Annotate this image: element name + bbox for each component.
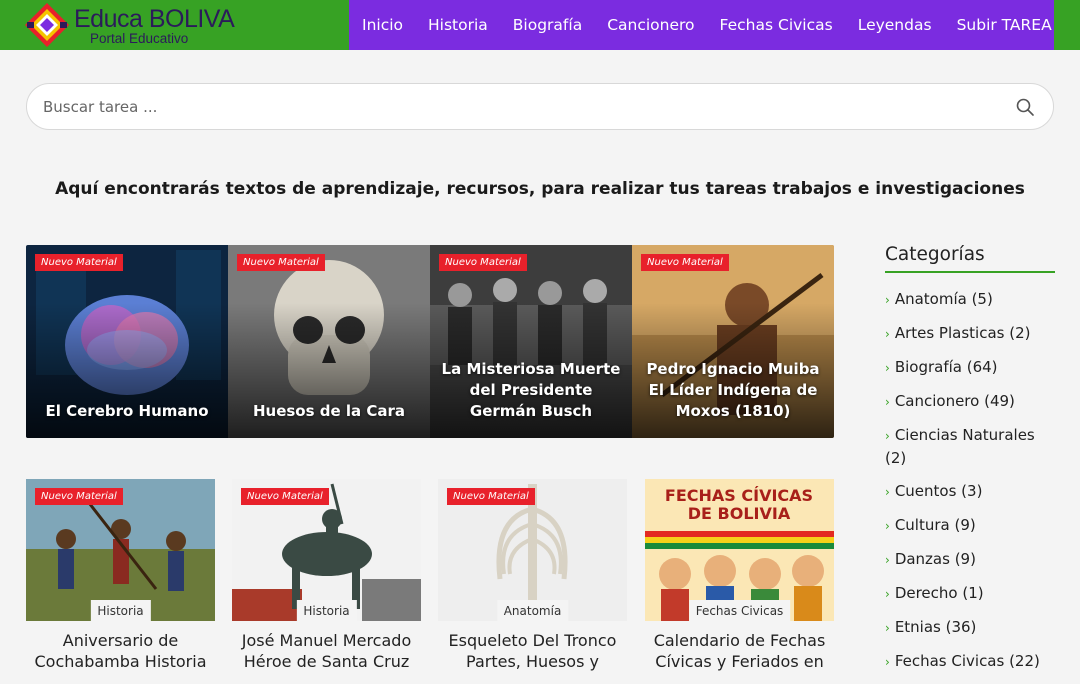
search-input[interactable]: [43, 94, 973, 120]
chevron-right-icon: ›: [885, 655, 890, 669]
new-material-badge: Nuevo Material: [641, 254, 729, 271]
card-title[interactable]: Calendario de Fechas Cívicas y Feriados …: [635, 630, 844, 672]
page-tagline: Aquí encontrarás textos de aprendizaje, …: [55, 179, 1025, 199]
chevron-right-icon: ›: [885, 587, 890, 601]
category-item[interactable]: › Etnias (36): [885, 616, 1055, 639]
featured-item[interactable]: Nuevo Material El Cerebro Humano: [26, 245, 228, 438]
category-label[interactable]: Etnias (36): [895, 618, 977, 636]
featured-title[interactable]: La Misteriosa Muerte del Presidente Germ…: [438, 359, 624, 422]
category-label[interactable]: Anatomía (5): [895, 290, 993, 308]
category-label[interactable]: Cultura (9): [895, 516, 976, 534]
nav-inicio[interactable]: Inicio: [349, 16, 416, 34]
category-label[interactable]: Derecho (1): [895, 584, 984, 602]
logo-text: Educa BOLIVA Portal Educativo: [74, 3, 235, 47]
category-item[interactable]: › Derecho (1): [885, 582, 1055, 605]
new-material-badge: Nuevo Material: [241, 488, 329, 505]
featured-title[interactable]: Huesos de la Cara: [236, 401, 422, 422]
category-chip[interactable]: Anatomía: [496, 600, 569, 621]
chevron-right-icon: ›: [885, 621, 890, 635]
category-item[interactable]: › Anatomía (5): [885, 288, 1055, 311]
category-item[interactable]: › Danzas (9): [885, 548, 1055, 571]
site-header: Educa BOLIVA Portal Educativo Inicio His…: [0, 0, 1080, 50]
chevron-right-icon: ›: [885, 519, 890, 533]
card-image[interactable]: FECHAS CÍVICAS DE BOLIVIA Fechas Civicas: [645, 479, 834, 621]
featured-item[interactable]: Nuevo Material Pedro Ignacio Muiba El Lí…: [632, 245, 834, 438]
category-item[interactable]: › Cultura (9): [885, 514, 1055, 537]
new-material-badge: Nuevo Material: [35, 488, 123, 505]
card-image[interactable]: Nuevo Material Anatomía: [438, 479, 627, 621]
card-image[interactable]: Nuevo Material Historia: [232, 479, 421, 621]
category-label[interactable]: Danzas (9): [895, 550, 976, 568]
new-material-badge: Nuevo Material: [439, 254, 527, 271]
categories-sidebar: Categorías › Anatomía (5) › Artes Plastica…: [885, 240, 1055, 684]
chevron-right-icon: ›: [885, 429, 890, 443]
featured-title[interactable]: Pedro Ignacio Muiba El Líder Indígena de…: [640, 359, 826, 422]
nav-cancionero[interactable]: Cancionero: [595, 16, 707, 34]
new-material-badge: Nuevo Material: [447, 488, 535, 505]
chevron-right-icon: ›: [885, 395, 890, 409]
nav-fechas-civicas[interactable]: Fechas Civicas: [707, 16, 845, 34]
new-material-badge: Nuevo Material: [35, 254, 123, 271]
category-item[interactable]: › Artes Plasticas (2): [885, 322, 1055, 345]
post-card[interactable]: Nuevo Material Anatomía Esqueleto Del Tr…: [438, 479, 627, 675]
category-label[interactable]: Cuentos (3): [895, 482, 983, 500]
category-list: › Anatomía (5) › Artes Plasticas (2) › Biog…: [885, 288, 1055, 673]
nav-leyendas[interactable]: Leyendas: [845, 16, 944, 34]
nav-subir-tarea[interactable]: Subir TAREA: [944, 16, 1064, 34]
chevron-right-icon: ›: [885, 327, 890, 341]
chevron-right-icon: ›: [885, 293, 890, 307]
search-icon[interactable]: [1015, 97, 1035, 117]
main-nav: Inicio Historia Biografía Cancionero Fec…: [349, 0, 1054, 50]
featured-title[interactable]: El Cerebro Humano: [34, 401, 220, 422]
card-title[interactable]: José Manuel Mercado Héroe de Santa Cruz: [222, 630, 431, 672]
category-item[interactable]: › Biografía (64): [885, 356, 1055, 379]
nav-historia[interactable]: Historia: [416, 16, 501, 34]
category-item[interactable]: › Cuentos (3): [885, 480, 1055, 503]
post-card[interactable]: Nuevo Material Historia José Manuel Merc…: [232, 479, 421, 675]
featured-item[interactable]: Nuevo Material La Misteriosa Muerte del …: [430, 245, 632, 438]
logo-subtitle: Portal Educativo: [90, 31, 189, 46]
category-item[interactable]: › Cancionero (49): [885, 390, 1055, 413]
category-item[interactable]: › Fechas Civicas (22): [885, 650, 1055, 673]
category-label[interactable]: Artes Plasticas (2): [895, 324, 1031, 342]
sidebar-title: Categorías: [885, 244, 1055, 273]
post-card[interactable]: Nuevo Material Historia Aniversario de C…: [26, 479, 215, 675]
nav-biografia[interactable]: Biografía: [500, 16, 594, 34]
card-title[interactable]: Aniversario de Cochabamba Historia: [16, 630, 225, 672]
category-chip[interactable]: Historia: [90, 600, 151, 621]
poster-line-1: FECHAS CÍVICAS: [665, 486, 813, 505]
category-chip[interactable]: Fechas Civicas: [688, 600, 791, 621]
chevron-right-icon: ›: [885, 361, 890, 375]
poster-line-2: DE BOLIVIA: [688, 504, 791, 523]
category-chip[interactable]: Historia: [296, 600, 357, 621]
category-label[interactable]: Biografía (64): [895, 358, 998, 376]
site-logo[interactable]: Educa BOLIVA Portal Educativo: [24, 3, 235, 47]
category-item[interactable]: › Ciencias Naturales (2): [885, 424, 1055, 469]
category-label[interactable]: Cancionero (49): [895, 392, 1015, 410]
post-card[interactable]: FECHAS CÍVICAS DE BOLIVIA Fechas Civicas…: [645, 479, 834, 675]
search-bar: [26, 83, 1054, 130]
category-label[interactable]: Ciencias Naturales (2): [885, 426, 1035, 467]
featured-grid: Nuevo Material El Cerebro Humano Nuevo M…: [26, 245, 834, 438]
chevron-right-icon: ›: [885, 485, 890, 499]
category-label[interactable]: Fechas Civicas (22): [895, 652, 1040, 670]
card-title[interactable]: Esqueleto Del Tronco Partes, Huesos y: [428, 630, 637, 672]
logo-emblem-icon: [25, 3, 69, 47]
logo-title: Educa BOLIVA: [74, 5, 235, 33]
featured-item[interactable]: Nuevo Material Huesos de la Cara: [228, 245, 430, 438]
card-image[interactable]: Nuevo Material Historia: [26, 479, 215, 621]
new-material-badge: Nuevo Material: [237, 254, 325, 271]
chevron-right-icon: ›: [885, 553, 890, 567]
